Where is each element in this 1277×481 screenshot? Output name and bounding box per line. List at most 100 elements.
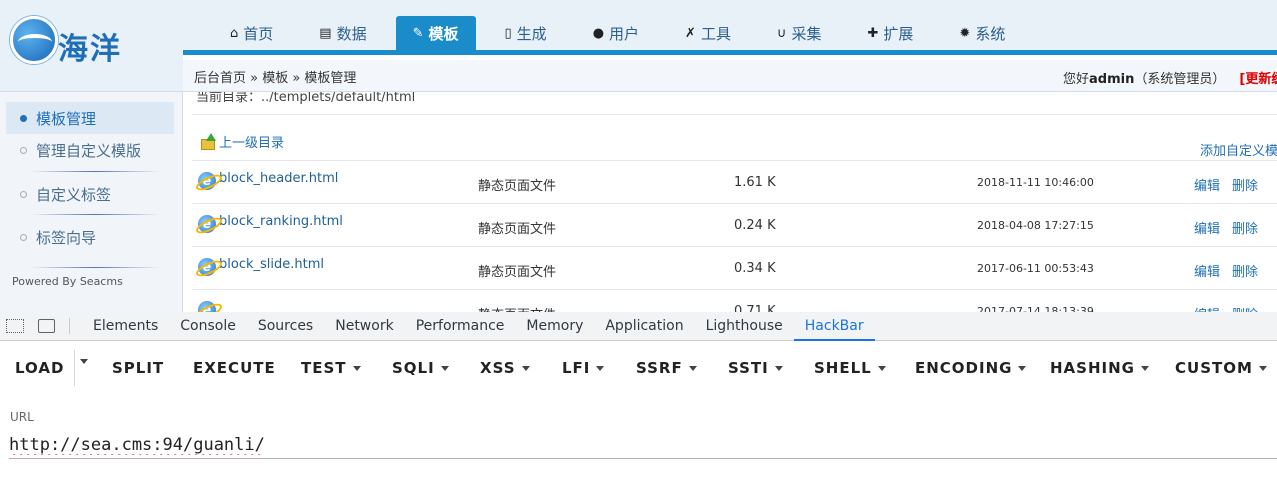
hackbar-toolbar: LOAD SPLIT EXECUTE TEST SQLI XSS LFI SSRF SSTI SH… xyxy=(0,350,1277,386)
sidebar-item-label: 管理自定义模版 xyxy=(36,141,142,160)
file-date: 2017-06-11 00:53:43 xyxy=(977,262,1094,275)
devtools-tab-hackbar[interactable]: HackBar xyxy=(793,312,875,341)
table-row: e静态页面文件0.71 K2017-07-14 18:13:39编辑删除 xyxy=(192,290,1277,312)
sidebar-item-tag-wizard[interactable]: 标签向导 xyxy=(6,221,174,253)
hackbar-load-options-button[interactable] xyxy=(80,359,88,364)
parent-dir-row: 上一级目录 添加自定义模 xyxy=(192,115,1277,161)
nav-item-label: 采集 xyxy=(791,24,822,43)
edit-link[interactable]: 编辑 xyxy=(1194,261,1220,280)
sidebar-item-label: 标签向导 xyxy=(36,228,97,247)
hackbar-button-label: LFI xyxy=(562,359,591,377)
devtools-tab-console[interactable]: Console xyxy=(169,312,247,341)
nav-item-label: 用户 xyxy=(609,24,640,43)
greeting-prefix: 您好 xyxy=(1063,72,1090,87)
file-name-link[interactable]: e block_header.html xyxy=(198,171,338,190)
parent-dir-label: 上一级目录 xyxy=(219,136,285,151)
refresh-cache-link[interactable]: [更新缓存 xyxy=(1239,72,1277,87)
nav-item-4[interactable]: ● 用户 xyxy=(576,16,656,50)
caret-down-icon xyxy=(1018,365,1027,371)
file-size: 1.61 K xyxy=(734,175,776,190)
html-file-icon: e xyxy=(198,215,216,233)
parent-dir-link[interactable]: 上一级目录 xyxy=(200,132,284,151)
sub-header: 后台首页 » 模板 » 模板管理 您好admin（系统管理员） [更新缓存 xyxy=(183,60,1277,92)
file-name: block_header.html xyxy=(219,171,339,186)
inspect-element-icon[interactable] xyxy=(6,319,24,333)
caret-down-icon xyxy=(774,365,783,371)
user-role: （系统管理员） xyxy=(1134,72,1226,87)
html-file-icon: e xyxy=(198,258,216,276)
hackbar-button-label: TEST xyxy=(301,359,347,377)
sidebar: 模板管理 管理自定义模版 自定义标签 标签向导 Powered By Seacm… xyxy=(0,92,183,312)
nav-item-0[interactable]: ⌂ 首页 xyxy=(213,16,290,50)
file-name-link[interactable]: e xyxy=(198,300,219,312)
nav-item-7[interactable]: ✚ 扩展 xyxy=(851,16,931,50)
username: admin xyxy=(1089,72,1135,87)
user-icon: ● xyxy=(592,25,605,41)
hackbar-test-button[interactable]: TEST xyxy=(301,359,361,377)
sidebar-item-label: 模板管理 xyxy=(36,109,97,128)
logo[interactable]: 海洋 xyxy=(0,0,183,92)
devtools-tab-sources[interactable]: Sources xyxy=(247,312,324,341)
hackbar-button-label: HASHING xyxy=(1050,359,1135,377)
file-name-link[interactable]: e block_ranking.html xyxy=(198,214,343,233)
hackbar-load-button[interactable]: LOAD xyxy=(15,359,64,377)
devtools-tab-memory[interactable]: Memory xyxy=(515,312,594,341)
nav-item-5[interactable]: ✗ 工具 xyxy=(668,16,748,50)
hackbar-hashing-button[interactable]: HASHING xyxy=(1050,359,1149,377)
sidebar-item-template-manage[interactable]: 模板管理 xyxy=(6,102,174,134)
caret-down-icon xyxy=(521,365,530,371)
nav-item-1[interactable]: ▤ 数据 xyxy=(302,16,383,50)
edit-link[interactable]: 编辑 xyxy=(1194,175,1220,194)
nav-item-6[interactable]: ∪ 采集 xyxy=(760,16,839,50)
file-type: 静态页面文件 xyxy=(478,222,557,237)
nav-item-label: 工具 xyxy=(700,24,731,43)
edit-icon: ✎ xyxy=(412,25,424,41)
hackbar-ssrf-button[interactable]: SSRF xyxy=(636,359,697,377)
devtools-tab-elements[interactable]: Elements xyxy=(82,312,169,341)
template-file-list: 当前目录：../templets/default/html 上一级目录 添加自定… xyxy=(192,92,1277,312)
delete-link[interactable]: 删除 xyxy=(1232,261,1258,280)
hackbar-shell-button[interactable]: SHELL xyxy=(814,359,886,377)
hackbar-button-label: EXECUTE xyxy=(193,359,276,377)
hackbar-custom-button[interactable]: CUSTOM xyxy=(1175,359,1267,377)
nav-item-3[interactable]: ▯ 生成 xyxy=(488,16,564,50)
hackbar-ssti-button[interactable]: SSTI xyxy=(728,359,783,377)
devtools-tab-performance[interactable]: Performance xyxy=(405,312,516,341)
hackbar-split-button[interactable]: SPLIT xyxy=(112,359,164,377)
caret-down-icon xyxy=(440,365,449,371)
sidebar-item-custom-template[interactable]: 管理自定义模版 xyxy=(6,134,174,166)
powered-by: Powered By Seacms xyxy=(12,275,123,288)
hackbar-execute-button[interactable]: EXECUTE xyxy=(193,359,276,377)
hackbar-sqli-button[interactable]: SQLI xyxy=(392,359,449,377)
delete-link[interactable]: 删除 xyxy=(1232,175,1258,194)
hackbar-button-label: SQLI xyxy=(392,359,435,377)
edit-link[interactable]: 编辑 xyxy=(1194,304,1220,312)
file-name-link[interactable]: e block_slide.html xyxy=(198,257,324,276)
nav-item-8[interactable]: ✹ 系统 xyxy=(942,16,1022,50)
user-info: 您好admin（系统管理员） [更新缓存 xyxy=(1063,68,1277,87)
nav-item-label: 数据 xyxy=(336,24,367,43)
logo-text: 海洋 xyxy=(58,32,122,67)
device-toolbar-icon[interactable] xyxy=(38,319,55,333)
nav-item-2[interactable]: ✎ 模板 xyxy=(395,16,476,50)
url-input[interactable] xyxy=(9,431,1277,459)
devtools-tab-application[interactable]: Application xyxy=(594,312,694,341)
delete-link[interactable]: 删除 xyxy=(1232,218,1258,237)
hackbar-lfi-button[interactable]: LFI xyxy=(562,359,605,377)
caret-down-icon xyxy=(596,365,605,371)
hackbar-xss-button[interactable]: XSS xyxy=(480,359,530,377)
file-date: 2018-11-11 10:46:00 xyxy=(977,176,1094,189)
main-nav: ⌂ 首页 ▤ 数据 ✎ 模板 ▯ 生成 ● 用户 ✗ 工具 ∪ 采集 ✚ 扩展 ✹ 系统 xyxy=(213,16,1034,50)
toolbar-divider xyxy=(74,350,75,386)
caret-down-icon xyxy=(1258,365,1267,371)
edit-link[interactable]: 编辑 xyxy=(1194,218,1220,237)
devtools-tab-lighthouse[interactable]: Lighthouse xyxy=(695,312,794,341)
add-custom-template-link[interactable]: 添加自定义模 xyxy=(1200,140,1277,159)
table-row: e block_ranking.html 静态页面文件 0.24 K 2018-04-0… xyxy=(192,204,1277,247)
delete-link[interactable]: 删除 xyxy=(1232,304,1258,312)
file-size: 0.24 K xyxy=(734,218,776,233)
current-directory: 当前目录：../templets/default/html xyxy=(196,92,416,105)
hackbar-encoding-button[interactable]: ENCODING xyxy=(915,359,1027,377)
sidebar-item-custom-tags[interactable]: 自定义标签 xyxy=(6,178,174,210)
devtools-tab-network[interactable]: Network xyxy=(324,312,404,341)
